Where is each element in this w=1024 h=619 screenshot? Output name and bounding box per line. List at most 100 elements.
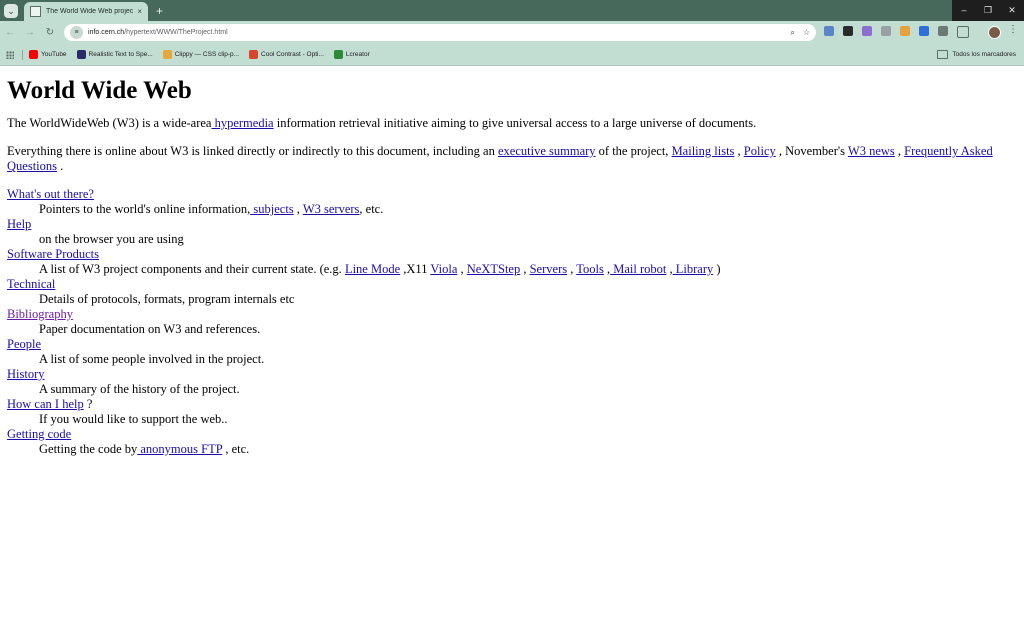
page-content: World Wide Web The WorldWideWeb (W3) is … [0, 77, 1024, 457]
topic-description: on the browser you are using [39, 232, 184, 246]
bookmark-label: Clippy — CSS clip-p... [174, 51, 240, 58]
extensions-area [824, 26, 978, 38]
topic-term: Bibliography [7, 307, 1017, 322]
description-text: ,X11 [400, 262, 431, 276]
page-favicon-icon [30, 6, 41, 17]
tab-search-icon[interactable]: ⌄ [4, 4, 18, 18]
bookmark-youtube[interactable]: YouTube [29, 50, 67, 59]
topic-term: Help [7, 217, 1017, 232]
topic-description: Paper documentation on W3 and references… [39, 322, 261, 336]
new-tab-button[interactable]: + [156, 4, 163, 18]
mail-robot-link[interactable]: Mail robot [610, 262, 666, 276]
description-text: A list of W3 project components and thei… [39, 262, 345, 276]
extensions-puzzle-icon[interactable] [938, 26, 948, 36]
intro-text: information retrieval initiative aiming … [273, 116, 757, 130]
back-icon[interactable]: ← [0, 27, 20, 38]
topic-list: What's out there? Pointers to the world'… [7, 187, 1017, 457]
browser-menu-icon[interactable]: ⋮ [1008, 24, 1018, 35]
topic-term: Technical [7, 277, 1017, 292]
url-text[interactable]: info.cern.ch/hypertext/WWW/TheProject.ht… [88, 29, 782, 36]
description-text: , etc. [359, 202, 384, 216]
extension-icon[interactable] [824, 26, 834, 36]
close-window-button[interactable]: ✕ [1000, 0, 1024, 21]
bookmark-label: Realistic Text to Spe... [88, 51, 153, 58]
extension-icon[interactable] [862, 26, 872, 36]
history-link[interactable]: History [7, 367, 45, 381]
clippy-icon [162, 50, 172, 59]
nextstep-link[interactable]: NeXTStep [467, 262, 520, 276]
bookmark-lcreator[interactable]: Lcreator [333, 50, 370, 59]
tab-strip: ⌄ The World Wide Web project × + – ❐ ✕ [0, 0, 1024, 21]
topic-description: If you would like to support the web.. [39, 412, 228, 426]
people-link[interactable]: People [7, 337, 41, 351]
policy-link[interactable]: Policy [744, 144, 776, 158]
getting-code-link[interactable]: Getting code [7, 427, 71, 441]
w3-news-link[interactable]: W3 news [848, 144, 895, 158]
technical-link[interactable]: Technical [7, 277, 55, 291]
anonymous-ftp-link[interactable]: anonymous FTP [137, 442, 222, 456]
extension-pen-icon[interactable] [843, 26, 853, 36]
contrast-icon [249, 50, 259, 59]
topic-description: A list of W3 project components and thei… [39, 262, 1017, 277]
executive-summary-link[interactable]: executive summary [498, 144, 596, 158]
topic-term: What's out there? [7, 187, 1017, 202]
youtube-icon [29, 50, 38, 59]
description-text: Pointers to the world's online informati… [39, 202, 251, 216]
help-link[interactable]: Help [7, 217, 31, 231]
reload-icon[interactable]: ↻ [40, 27, 60, 38]
bookmark-label: Cool Contrast - Opti... [261, 51, 324, 58]
zoom-icon[interactable]: ⌕ [790, 28, 794, 38]
restore-button[interactable]: ❐ [976, 0, 1000, 21]
topic-description: Getting the code by anonymous FTP , etc. [39, 442, 1017, 457]
bookmarks-bar: YouTube Realistic Text to Spe... Clippy … [0, 44, 1024, 66]
software-products-link[interactable]: Software Products [7, 247, 99, 261]
summary-text: of the project, [595, 144, 672, 158]
minimize-button[interactable]: – [952, 0, 976, 21]
tools-link[interactable]: Tools [576, 262, 604, 276]
extension-icon[interactable] [900, 26, 910, 36]
line-mode-link[interactable]: Line Mode [345, 262, 400, 276]
description-text: , [520, 262, 530, 276]
url-host: info.cern.ch [88, 29, 125, 36]
whats-out-there-link[interactable]: What's out there? [7, 187, 94, 201]
library-link[interactable]: Library [673, 262, 713, 276]
topic-term: Getting code [7, 427, 1017, 442]
browser-toolbar: ← → ↻ ≡ info.cern.ch/hypertext/WWW/ThePr… [0, 21, 1024, 44]
description-text: , etc. [222, 442, 250, 456]
tab-active[interactable]: The World Wide Web project × [24, 2, 148, 21]
folder-icon [937, 50, 949, 59]
extension-icon[interactable] [881, 26, 891, 36]
mailing-lists-link[interactable]: Mailing lists [672, 144, 735, 158]
servers-link[interactable]: Servers [530, 262, 568, 276]
viola-link[interactable]: Viola [430, 262, 457, 276]
download-icon[interactable] [957, 26, 969, 38]
summary-text: Everything there is online about W3 is l… [7, 144, 498, 158]
hypermedia-link[interactable]: hypermedia [211, 116, 274, 130]
bibliography-link[interactable]: Bibliography [7, 307, 73, 321]
extension-icon[interactable] [919, 26, 929, 36]
topic-description: Details of protocols, formats, program i… [39, 292, 295, 306]
how-can-i-help-link[interactable]: How can I help [7, 397, 84, 411]
lcreator-icon [333, 50, 343, 59]
url-path: /hypertext/WWW/TheProject.html [124, 29, 228, 36]
site-info-icon[interactable]: ≡ [70, 26, 83, 39]
bookmark-cool-contrast[interactable]: Cool Contrast - Opti... [249, 50, 324, 59]
all-bookmarks[interactable]: Todos los marcadores [937, 50, 1016, 59]
profile-avatar[interactable] [988, 26, 1001, 39]
summary-text: , [734, 144, 744, 158]
address-bar[interactable]: ≡ info.cern.ch/hypertext/WWW/TheProject.… [64, 24, 816, 41]
topic-term: People [7, 337, 1017, 352]
bookmark-clippy[interactable]: Clippy — CSS clip-p... [162, 50, 240, 59]
subjects-link[interactable]: subjects [250, 202, 293, 216]
topic-term: How can I help ? [7, 397, 1017, 412]
forward-icon[interactable]: → [20, 27, 40, 38]
bookmark-text-to-speech[interactable]: Realistic Text to Spe... [76, 50, 153, 59]
summary-text: . [57, 159, 64, 173]
apps-grid-icon[interactable] [6, 50, 14, 59]
bookmark-star-icon[interactable]: ☆ [803, 28, 810, 37]
term-suffix: ? [83, 397, 93, 411]
w3-servers-link[interactable]: W3 servers [303, 202, 360, 216]
tab-close-icon[interactable]: × [137, 7, 142, 16]
topic-description: A summary of the history of the project. [39, 382, 240, 396]
intro-paragraph: The WorldWideWeb (W3) is a wide-area hyp… [7, 116, 1017, 131]
